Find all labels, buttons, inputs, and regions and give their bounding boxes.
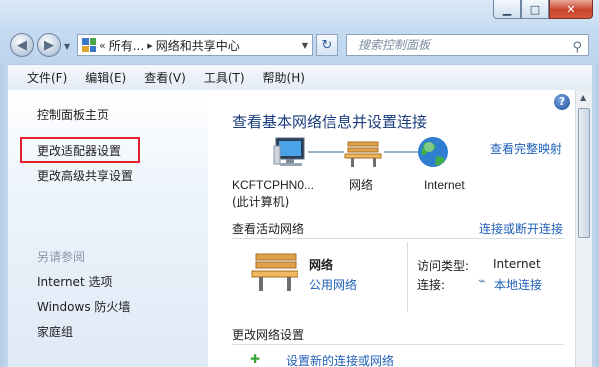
globe-icon[interactable] [418, 137, 448, 167]
title-bar: ▁ □ ✕ ◀ ▶ ▼ « 所有... ▸ 网络和共享中心 ▼ ↻ 搜索控制面板… [0, 0, 599, 64]
access-type-label: 访问类型: [417, 259, 470, 273]
new-connection-link[interactable]: 设置新的连接或网络 [286, 352, 394, 367]
bench-icon[interactable] [344, 141, 382, 167]
vertical-scrollbar[interactable]: ▲ [575, 90, 592, 367]
recent-pages-dropdown[interactable]: ▼ [64, 42, 70, 51]
computer-name-label: KCFTCPHN0... [232, 178, 314, 192]
computer-sub-label: (此计算机) [232, 194, 289, 209]
local-connection-link[interactable]: 本地连接 [494, 276, 542, 293]
internet-options-link[interactable]: Internet 选项 [37, 273, 112, 290]
search-icon[interactable]: ⚲ [572, 38, 582, 58]
address-bar[interactable]: « 所有... ▸ 网络和共享中心 ▼ [77, 34, 313, 56]
change-advanced-sharing-link[interactable]: 更改高级共享设置 [37, 167, 133, 184]
maximize-button[interactable]: □ [521, 0, 549, 19]
breadcrumb-separator: ▸ [147, 38, 153, 52]
network-node-label: 网络 [349, 177, 373, 192]
active-network-name: 网络 [309, 258, 334, 272]
window-right-border [592, 64, 599, 367]
highlight-box [20, 137, 140, 163]
connect-disconnect-link[interactable]: 连接或断开连接 [479, 220, 563, 237]
scrollbar-thumb[interactable] [578, 108, 590, 238]
vertical-divider [407, 242, 408, 312]
left-pane: 控制面板主页 更改适配器设置 更改高级共享设置 另请参阅 Internet 选项… [8, 90, 208, 367]
window-controls: ▁ □ ✕ [493, 0, 593, 19]
menu-help[interactable]: 帮助(H) [263, 69, 305, 86]
main-pane: 查看基本网络信息并设置连接 查看完整映射 KCFTCPHN0... (此计算机)… [208, 90, 575, 367]
menu-file[interactable]: 文件(F) [27, 69, 67, 86]
connection-label: 连接: [417, 278, 446, 292]
address-dropdown-icon[interactable]: ▼ [302, 41, 308, 50]
section-divider [232, 238, 564, 239]
breadcrumb-chevrons[interactable]: « [99, 39, 106, 52]
section-divider-2 [232, 344, 564, 345]
homegroup-link[interactable]: 家庭组 [37, 323, 73, 340]
menu-tools[interactable]: 工具(T) [204, 69, 245, 86]
computer-icon[interactable] [273, 137, 305, 166]
ethernet-icon: ⌁ [478, 274, 486, 289]
breadcrumb-network-center[interactable]: 网络和共享中心 [156, 37, 240, 54]
breadcrumb-all[interactable]: 所有... [109, 37, 144, 54]
back-arrow-icon: ◀ [17, 37, 27, 53]
refresh-icon: ↻ [321, 37, 333, 53]
menu-view[interactable]: 查看(V) [144, 69, 186, 86]
access-type-value: Internet [493, 257, 541, 271]
forward-arrow-icon: ▶ [44, 37, 54, 53]
change-settings-heading: 更改网络设置 [232, 328, 305, 342]
menu-edit[interactable]: 编辑(E) [85, 69, 126, 86]
close-button[interactable]: ✕ [549, 0, 593, 19]
control-panel-icon [82, 38, 96, 52]
bench-icon-large [251, 253, 298, 291]
page-title: 查看基本网络信息并设置连接 [232, 113, 428, 131]
maximize-icon: □ [529, 2, 541, 16]
active-networks-heading: 查看活动网络 [232, 222, 305, 236]
scroll-up-icon[interactable]: ▲ [580, 93, 586, 102]
control-panel-home-link[interactable]: 控制面板主页 [37, 106, 109, 123]
internet-node-label: Internet [424, 178, 465, 192]
minimize-icon: ▁ [502, 2, 512, 16]
minimize-button[interactable]: ▁ [493, 0, 521, 19]
forward-button[interactable]: ▶ [37, 33, 61, 57]
see-also-heading: 另请参阅 [37, 250, 86, 264]
network-type-link[interactable]: 公用网络 [309, 276, 357, 293]
search-placeholder: 搜索控制面板 [358, 38, 431, 52]
refresh-button[interactable]: ↻ [316, 34, 338, 56]
window-left-border [0, 64, 8, 367]
help-icon[interactable]: ? [554, 94, 570, 110]
new-connection-icon: ✚ [250, 352, 261, 366]
back-button[interactable]: ◀ [10, 33, 34, 57]
close-icon: ✕ [566, 2, 576, 16]
search-input[interactable]: 搜索控制面板 ⚲ [346, 34, 589, 56]
window: ▁ □ ✕ ◀ ▶ ▼ « 所有... ▸ 网络和共享中心 ▼ ↻ 搜索控制面板… [0, 0, 599, 367]
menu-bar: 文件(F) 编辑(E) 查看(V) 工具(T) 帮助(H) [8, 64, 599, 91]
windows-firewall-link[interactable]: Windows 防火墙 [37, 298, 130, 315]
